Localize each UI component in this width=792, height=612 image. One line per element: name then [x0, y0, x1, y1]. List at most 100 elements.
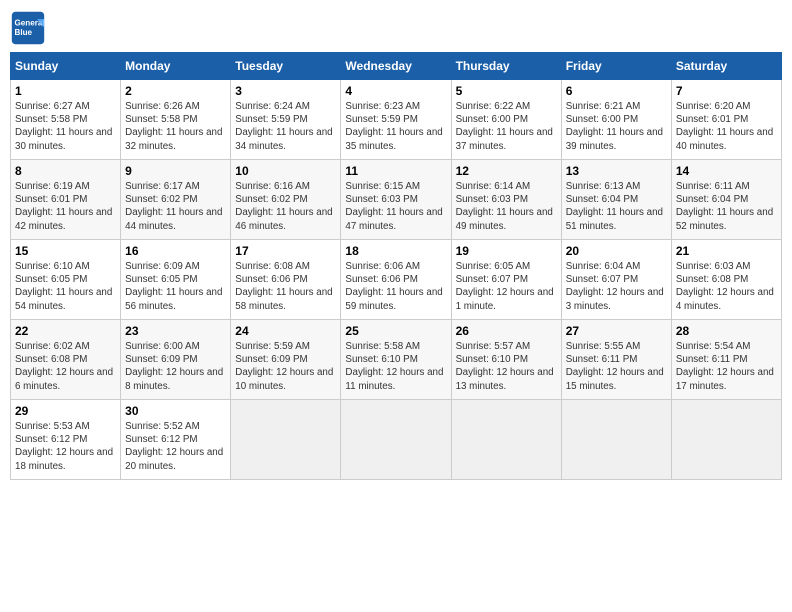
sunrise-label: Sunrise: 5:55 AM [566, 341, 641, 352]
weekday-header-monday: Monday [121, 53, 231, 80]
daylight-label: Daylight: 11 hours and 30 minutes. [15, 127, 112, 151]
daylight-label: Daylight: 12 hours and 18 minutes. [15, 447, 113, 471]
day-info: Sunrise: 5:54 AM Sunset: 6:11 PM Dayligh… [676, 340, 777, 393]
sunset-label: Sunset: 5:59 PM [345, 114, 417, 125]
daylight-label: Daylight: 11 hours and 37 minutes. [456, 127, 553, 151]
svg-text:Blue: Blue [15, 28, 33, 37]
daylight-label: Daylight: 12 hours and 3 minutes. [566, 287, 664, 311]
weekday-header-friday: Friday [561, 53, 671, 80]
sunset-label: Sunset: 6:10 PM [345, 354, 417, 365]
day-number: 9 [125, 164, 226, 178]
day-info: Sunrise: 6:15 AM Sunset: 6:03 PM Dayligh… [345, 180, 446, 233]
calendar-cell: 27 Sunrise: 5:55 AM Sunset: 6:11 PM Dayl… [561, 320, 671, 400]
sunrise-label: Sunrise: 6:08 AM [235, 261, 310, 272]
sunrise-label: Sunrise: 6:24 AM [235, 101, 310, 112]
sunrise-label: Sunrise: 6:06 AM [345, 261, 420, 272]
sunrise-label: Sunrise: 6:21 AM [566, 101, 641, 112]
daylight-label: Daylight: 12 hours and 11 minutes. [345, 367, 443, 391]
day-info: Sunrise: 6:06 AM Sunset: 6:06 PM Dayligh… [345, 260, 446, 313]
calendar-week-row: 15 Sunrise: 6:10 AM Sunset: 6:05 PM Dayl… [11, 240, 782, 320]
day-number: 12 [456, 164, 557, 178]
daylight-label: Daylight: 11 hours and 52 minutes. [676, 207, 773, 231]
sunrise-label: Sunrise: 6:20 AM [676, 101, 751, 112]
sunset-label: Sunset: 6:02 PM [235, 194, 307, 205]
daylight-label: Daylight: 12 hours and 1 minute. [456, 287, 554, 311]
calendar-cell: 9 Sunrise: 6:17 AM Sunset: 6:02 PM Dayli… [121, 160, 231, 240]
daylight-label: Daylight: 12 hours and 10 minutes. [235, 367, 333, 391]
day-number: 28 [676, 324, 777, 338]
sunset-label: Sunset: 6:05 PM [15, 274, 87, 285]
day-number: 13 [566, 164, 667, 178]
sunset-label: Sunset: 6:04 PM [676, 194, 748, 205]
sunrise-label: Sunrise: 6:19 AM [15, 181, 90, 192]
sunset-label: Sunset: 6:01 PM [15, 194, 87, 205]
daylight-label: Daylight: 11 hours and 49 minutes. [456, 207, 553, 231]
day-info: Sunrise: 6:26 AM Sunset: 5:58 PM Dayligh… [125, 100, 226, 153]
day-info: Sunrise: 6:00 AM Sunset: 6:09 PM Dayligh… [125, 340, 226, 393]
sunrise-label: Sunrise: 6:16 AM [235, 181, 310, 192]
calendar-cell: 16 Sunrise: 6:09 AM Sunset: 6:05 PM Dayl… [121, 240, 231, 320]
day-info: Sunrise: 5:59 AM Sunset: 6:09 PM Dayligh… [235, 340, 336, 393]
sunset-label: Sunset: 6:12 PM [125, 434, 197, 445]
sunset-label: Sunset: 6:00 PM [566, 114, 638, 125]
calendar-cell: 15 Sunrise: 6:10 AM Sunset: 6:05 PM Dayl… [11, 240, 121, 320]
sunset-label: Sunset: 6:09 PM [125, 354, 197, 365]
calendar-week-row: 8 Sunrise: 6:19 AM Sunset: 6:01 PM Dayli… [11, 160, 782, 240]
sunset-label: Sunset: 6:01 PM [676, 114, 748, 125]
daylight-label: Daylight: 11 hours and 46 minutes. [235, 207, 332, 231]
day-info: Sunrise: 6:02 AM Sunset: 6:08 PM Dayligh… [15, 340, 116, 393]
sunset-label: Sunset: 6:11 PM [676, 354, 748, 365]
day-number: 30 [125, 404, 226, 418]
day-info: Sunrise: 5:52 AM Sunset: 6:12 PM Dayligh… [125, 420, 226, 473]
day-number: 20 [566, 244, 667, 258]
calendar-cell: 1 Sunrise: 6:27 AM Sunset: 5:58 PM Dayli… [11, 80, 121, 160]
calendar-cell: 30 Sunrise: 5:52 AM Sunset: 6:12 PM Dayl… [121, 400, 231, 480]
sunrise-label: Sunrise: 6:23 AM [345, 101, 420, 112]
calendar-cell: 10 Sunrise: 6:16 AM Sunset: 6:02 PM Dayl… [231, 160, 341, 240]
sunrise-label: Sunrise: 6:27 AM [15, 101, 90, 112]
calendar-week-row: 29 Sunrise: 5:53 AM Sunset: 6:12 PM Dayl… [11, 400, 782, 480]
calendar-cell [561, 400, 671, 480]
daylight-label: Daylight: 11 hours and 44 minutes. [125, 207, 222, 231]
sunset-label: Sunset: 6:10 PM [456, 354, 528, 365]
daylight-label: Daylight: 12 hours and 15 minutes. [566, 367, 664, 391]
sunrise-label: Sunrise: 6:04 AM [566, 261, 641, 272]
calendar-cell: 24 Sunrise: 5:59 AM Sunset: 6:09 PM Dayl… [231, 320, 341, 400]
calendar-cell: 21 Sunrise: 6:03 AM Sunset: 6:08 PM Dayl… [671, 240, 781, 320]
day-number: 21 [676, 244, 777, 258]
sunset-label: Sunset: 6:02 PM [125, 194, 197, 205]
sunset-label: Sunset: 5:58 PM [15, 114, 87, 125]
sunset-label: Sunset: 6:07 PM [456, 274, 528, 285]
day-number: 2 [125, 84, 226, 98]
day-number: 25 [345, 324, 446, 338]
daylight-label: Daylight: 12 hours and 17 minutes. [676, 367, 774, 391]
day-info: Sunrise: 6:09 AM Sunset: 6:05 PM Dayligh… [125, 260, 226, 313]
calendar-table: SundayMondayTuesdayWednesdayThursdayFrid… [10, 52, 782, 480]
day-info: Sunrise: 6:27 AM Sunset: 5:58 PM Dayligh… [15, 100, 116, 153]
sunset-label: Sunset: 6:04 PM [566, 194, 638, 205]
day-info: Sunrise: 6:23 AM Sunset: 5:59 PM Dayligh… [345, 100, 446, 153]
day-info: Sunrise: 6:04 AM Sunset: 6:07 PM Dayligh… [566, 260, 667, 313]
weekday-header-row: SundayMondayTuesdayWednesdayThursdayFrid… [11, 53, 782, 80]
day-info: Sunrise: 6:10 AM Sunset: 6:05 PM Dayligh… [15, 260, 116, 313]
daylight-label: Daylight: 11 hours and 32 minutes. [125, 127, 222, 151]
daylight-label: Daylight: 11 hours and 42 minutes. [15, 207, 112, 231]
sunrise-label: Sunrise: 5:57 AM [456, 341, 531, 352]
sunset-label: Sunset: 6:00 PM [456, 114, 528, 125]
calendar-cell [231, 400, 341, 480]
calendar-cell: 29 Sunrise: 5:53 AM Sunset: 6:12 PM Dayl… [11, 400, 121, 480]
day-number: 8 [15, 164, 116, 178]
sunset-label: Sunset: 6:07 PM [566, 274, 638, 285]
sunrise-label: Sunrise: 6:09 AM [125, 261, 200, 272]
daylight-label: Daylight: 11 hours and 39 minutes. [566, 127, 663, 151]
weekday-header-wednesday: Wednesday [341, 53, 451, 80]
sunrise-label: Sunrise: 5:52 AM [125, 421, 200, 432]
day-info: Sunrise: 6:17 AM Sunset: 6:02 PM Dayligh… [125, 180, 226, 233]
calendar-cell: 23 Sunrise: 6:00 AM Sunset: 6:09 PM Dayl… [121, 320, 231, 400]
weekday-header-tuesday: Tuesday [231, 53, 341, 80]
sunset-label: Sunset: 6:06 PM [235, 274, 307, 285]
calendar-cell: 5 Sunrise: 6:22 AM Sunset: 6:00 PM Dayli… [451, 80, 561, 160]
calendar-cell: 13 Sunrise: 6:13 AM Sunset: 6:04 PM Dayl… [561, 160, 671, 240]
day-info: Sunrise: 6:24 AM Sunset: 5:59 PM Dayligh… [235, 100, 336, 153]
calendar-cell: 11 Sunrise: 6:15 AM Sunset: 6:03 PM Dayl… [341, 160, 451, 240]
